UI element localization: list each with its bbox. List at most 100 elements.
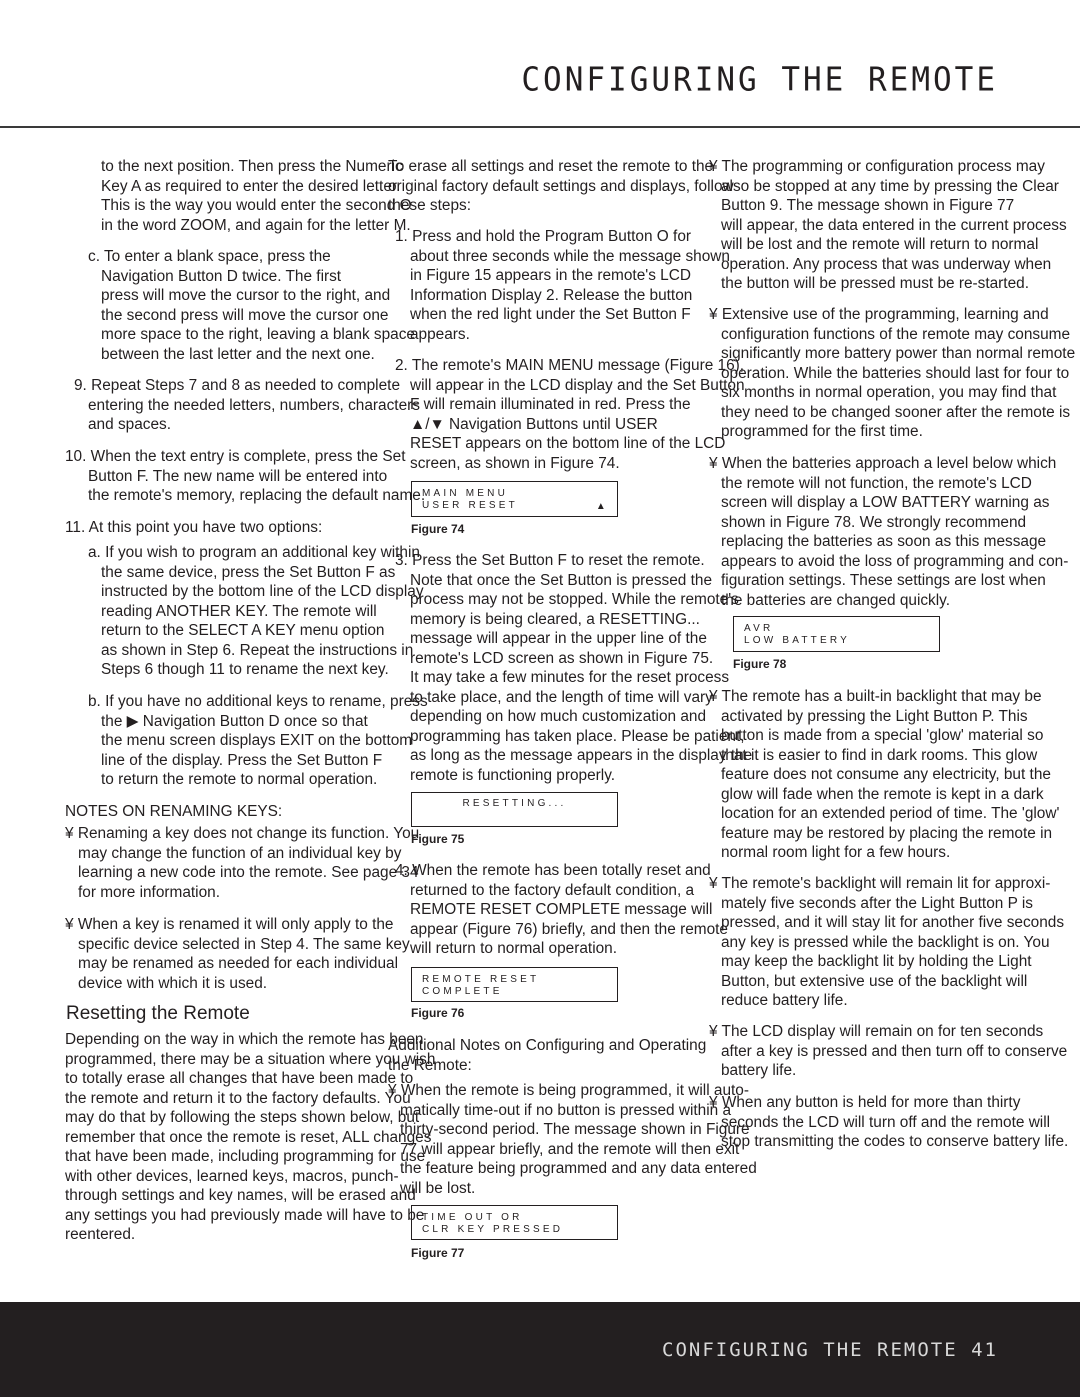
text-line: also be stopped at any time by pressing … [721,177,1059,195]
text-line: will appear, the data entered in the cur… [721,216,1067,234]
text-line: returned to the factory default conditio… [410,881,695,899]
text-line: Key A as required to enter the desired l… [101,177,401,195]
text-line: programmed, there may be a situation whe… [65,1050,436,1068]
text-line: will be lost. [400,1179,476,1197]
text-line: c. To enter a blank space, press the [88,248,331,265]
text-line: activated by pressing the Light Button P… [721,707,1028,725]
text-line: the feature being programmed and any dat… [400,1160,757,1177]
text-line: remember that once the remote is reset, … [65,1128,432,1146]
text-line: line of the display. Press the Set Butto… [101,751,383,769]
text-line: ▲/▼ Navigation Buttons until USER [410,415,658,433]
text-line: Depending on the way in which the remote… [65,1031,424,1048]
text-line: the menu screen displays EXIT on the bot… [101,732,413,749]
text-line: seconds the LCD will turn off and the re… [721,1113,1051,1131]
text-line: the remote and return it to the factory … [65,1089,411,1107]
text-line: will appear in the LCD display and the S… [410,376,745,394]
text-line: will return to normal operation. [410,940,618,957]
lcd-line: AVR [744,623,774,634]
text-line: To erase all settings and reset the remo… [388,158,714,175]
text-line: that have been made, including programmi… [65,1148,426,1165]
text-line: operation. While the batteries should la… [721,364,1070,382]
lcd-display: TIME OUT OR CLR KEY PRESSED [411,1205,618,1240]
text-line: with other devices, learned keys, macros… [65,1167,399,1185]
text-line: b. If you have no additional keys to ren… [88,693,428,710]
text-line: when the red light under the Set Button … [410,306,691,323]
text-line: configuration functions of the remote ma… [721,325,1071,343]
text-line: appears. [410,325,470,343]
footer-text: CONFIGURING THE REMOTE 41 [662,1339,998,1361]
text-line: ¥ The programming or configuration proce… [709,158,1045,175]
text-line: ¥ Extensive use of the programming, lear… [709,306,1049,323]
text-line: these steps: [388,197,471,214]
text-line: a. If you wish to program an additional … [88,544,420,561]
lcd-display: REMOTE RESET COMPLETE [411,967,618,1002]
text-line: the button will be pressed must be re-st… [721,275,1029,292]
text-line: to the next position. Then press the Num… [101,158,403,175]
text-line: the ▶ Navigation Button D once so that [101,712,368,730]
text-line: any settings you had previously made wil… [65,1206,425,1224]
text-line: mately five seconds after the Light Butt… [721,894,1033,912]
text-line: the batteries are changed quickly. [721,591,951,609]
text-line: in Figure 15 appears in the remote's LCD [410,267,691,284]
lcd-line: MAIN MENU [422,488,509,499]
text-line: battery life. [721,1062,797,1079]
text-line: matically time-out if no button is press… [400,1101,732,1119]
text-line: feature does not consume any electricity… [721,766,1051,783]
figure-caption: Figure 77 [411,1246,465,1260]
text-line: the Remote: [388,1056,472,1074]
text-line: after a key is pressed and then turn off… [721,1042,1068,1060]
text-line: 1. Press and hold the Program Button O f… [395,228,691,245]
text-line: to return the remote to normal operation… [101,771,378,788]
text-line: message will appear in the upper line of… [410,630,707,647]
text-line: and spaces. [88,416,171,433]
text-line: screen, as shown in Figure 74. [410,454,620,472]
text-line: 10. When the text entry is complete, pre… [65,448,406,465]
text-line: as long as the message appears in the di… [410,747,753,764]
text-line: in the word ZOOM, and again for the lett… [101,216,411,234]
text-line: operation. Any process that was underway… [721,255,1052,273]
text-line: RESET appears on the bottom line of the … [410,435,726,452]
text-line: replacing the batteries as soon as this … [721,533,1047,550]
text-line: significantly more battery power than no… [721,345,1076,362]
text-line: location for an extended period of time.… [721,805,1060,822]
lcd-display: RESETTING... [411,792,618,827]
footer-band: CONFIGURING THE REMOTE 41 [0,1302,1080,1397]
text-line: ¥ The LCD display will remain on for ten… [709,1023,1044,1040]
text-line: thirty-second period. The message shown … [400,1121,750,1138]
text-line: the remote will not function, the remote… [721,474,1032,492]
text-line: ¥ The remote has a built-in backlight th… [709,688,1042,705]
text-line: six months in normal operation, you may … [721,384,1057,401]
text-line: they need to be changed sooner after the… [721,403,1071,421]
text-line: may do that by following the steps shown… [65,1109,420,1126]
text-line: shown in Figure 78. We strongly recommen… [721,513,1027,531]
text-line: ¥ The remote's backlight will remain lit… [709,875,1051,892]
text-line: Note that once the Set Button is pressed… [410,571,713,589]
text-line: Navigation Button D twice. The first [101,267,342,285]
text-line: any key is pressed while the backlight i… [721,933,1050,951]
text-line: that it is easier to find in dark rooms.… [721,746,1038,764]
text-line: 9. Repeat Steps 7 and 8 as needed to com… [74,377,400,394]
lcd-line: LOW BATTERY [744,635,850,646]
text-line: appear (Figure 76) briefly, and then the… [410,920,728,938]
lcd-display: MAIN MENU USER RESET ▲ [411,481,618,517]
text-line: depending on how much customization and [410,708,707,725]
text-line: Additional Notes on Configuring and Oper… [388,1037,707,1054]
figure-caption: Figure 78 [733,657,787,671]
text-line: may be renamed as needed for each indivi… [78,955,398,972]
text-line: Button 9. The message shown in Figure 77 [721,197,1015,214]
text-line: ¥ When a key is renamed it will only app… [65,916,394,933]
text-line: device with which it is used. [78,974,268,992]
lcd-line: RESETTING... [462,798,567,809]
text-line: 11. At this point you have two options: [65,519,323,536]
lcd-line: TIME OUT OR [422,1212,523,1223]
text-line: process may not be stopped. While the re… [410,591,739,608]
text-line: figuration settings. These settings are … [721,572,1046,589]
text-line: remote's LCD screen as shown in Figure 7… [410,649,714,667]
text-line: F will remain illuminated in red. Press … [410,396,691,413]
text-line: programming has taken place. Please be p… [410,727,745,745]
text-line: memory is being cleared, a RESETTING... [410,610,700,628]
page-title: CONFIGURING THE REMOTE [521,61,998,99]
figure-caption: Figure 75 [411,832,465,846]
text-line: 3. Press the Set Button F to reset the r… [395,552,705,569]
up-arrow-icon: ▲ [595,501,609,512]
